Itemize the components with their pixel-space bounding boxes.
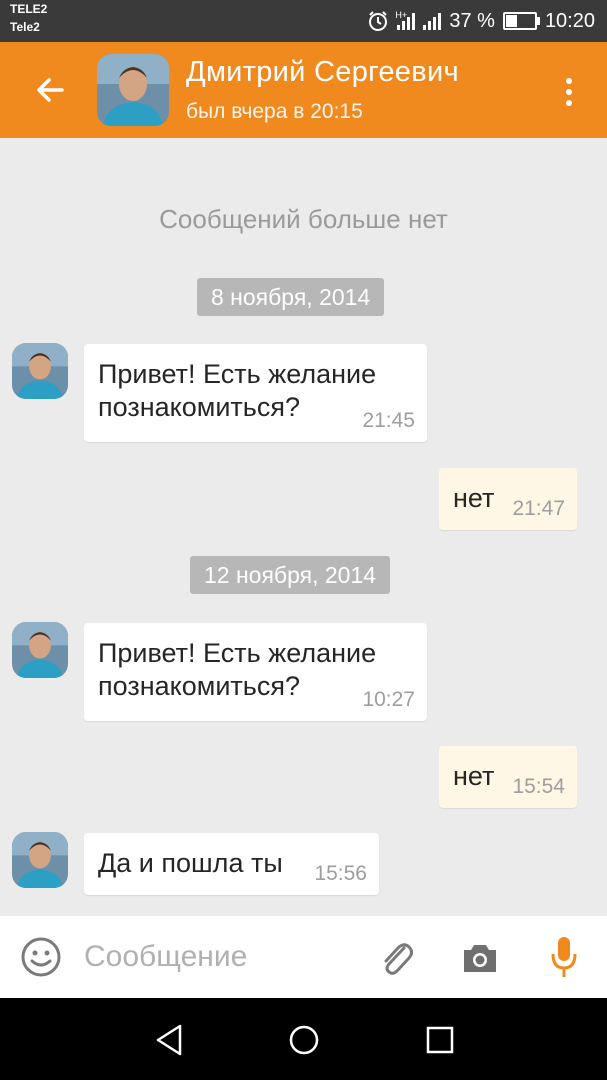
message-time: 21:47	[512, 497, 565, 520]
avatar-photo	[12, 832, 68, 888]
avatar-photo	[12, 622, 68, 678]
message-time: 15:54	[512, 775, 565, 798]
overflow-menu-icon[interactable]	[559, 72, 579, 112]
message-text: нет	[453, 483, 495, 513]
message-text-line: Привет! Есть желание	[98, 638, 377, 668]
sender-avatar[interactable]	[12, 343, 68, 399]
no-more-messages-label: Сообщений больше нет	[159, 204, 448, 234]
message-time: 21:45	[362, 409, 415, 432]
message-bubble-incoming[interactable]: Да и пошла ты 15:56	[84, 833, 379, 895]
message-bubble-outgoing[interactable]: нет 15:54	[439, 746, 577, 808]
back-arrow-icon[interactable]	[30, 70, 70, 110]
battery-fill	[505, 15, 518, 27]
contact-name: Дмитрий Сергеевич	[186, 56, 459, 88]
clock: 10:20	[544, 9, 595, 32]
message-time: 10:27	[362, 688, 415, 711]
system-navigation-bar	[0, 998, 607, 1080]
sender-avatar[interactable]	[12, 622, 68, 678]
message-text-line: Привет! Есть желание	[98, 359, 377, 389]
message-text-line: познакомиться?	[98, 392, 300, 422]
message-composer: Сообщение	[0, 916, 607, 998]
carrier-name-secondary: Tele2	[10, 20, 40, 34]
network-type-label: H+	[395, 10, 408, 20]
paperclip-icon[interactable]	[376, 936, 416, 980]
back-triangle-icon[interactable]	[150, 1020, 190, 1060]
battery-percent: 37 %	[449, 9, 495, 32]
contact-avatar[interactable]	[97, 54, 169, 126]
smiley-icon[interactable]	[20, 936, 62, 978]
message-time: 15:56	[314, 862, 367, 885]
message-bubble-outgoing[interactable]: нет 21:47	[439, 468, 577, 530]
home-circle-icon[interactable]	[284, 1020, 324, 1060]
avatar-photo	[97, 54, 169, 126]
message-bubble-incoming[interactable]: Привет! Есть желание познакомиться? 21:4…	[84, 344, 427, 442]
microphone-icon[interactable]	[548, 934, 580, 980]
carrier-name-primary: TELE2	[10, 2, 48, 16]
message-text: нет	[453, 761, 495, 791]
message-list[interactable]: Сообщений больше нет 8 ноября, 2014 Прив…	[0, 138, 607, 916]
avatar-photo	[12, 343, 68, 399]
network-type-icon: H+	[395, 10, 416, 30]
message-bubble-incoming[interactable]: Привет! Есть желание познакомиться? 10:2…	[84, 623, 427, 721]
message-input[interactable]: Сообщение	[84, 940, 247, 974]
status-icons: H+ 37 % 10:20	[367, 0, 595, 42]
battery-icon	[502, 12, 540, 30]
status-bar: TELE2 Tele2 H+ 37 % 10:20	[0, 0, 607, 42]
chat-header: Дмитрий Сергеевич был вчера в 20:15	[0, 42, 607, 138]
message-text: Привет! Есть желание познакомиться?	[98, 358, 376, 424]
date-separator: 8 ноября, 2014	[197, 278, 385, 316]
date-separator: 12 ноября, 2014	[190, 556, 391, 594]
signal-icon-2	[423, 12, 442, 30]
camera-icon[interactable]	[460, 938, 500, 978]
message-text: Да и пошла ты	[98, 848, 283, 878]
sender-avatar[interactable]	[12, 832, 68, 888]
message-text-line: познакомиться?	[98, 671, 300, 701]
last-seen-status: был вчера в 20:15	[186, 100, 363, 123]
message-text: Привет! Есть желание познакомиться?	[98, 637, 376, 703]
alarm-icon	[369, 11, 388, 31]
recents-square-icon[interactable]	[420, 1020, 460, 1060]
